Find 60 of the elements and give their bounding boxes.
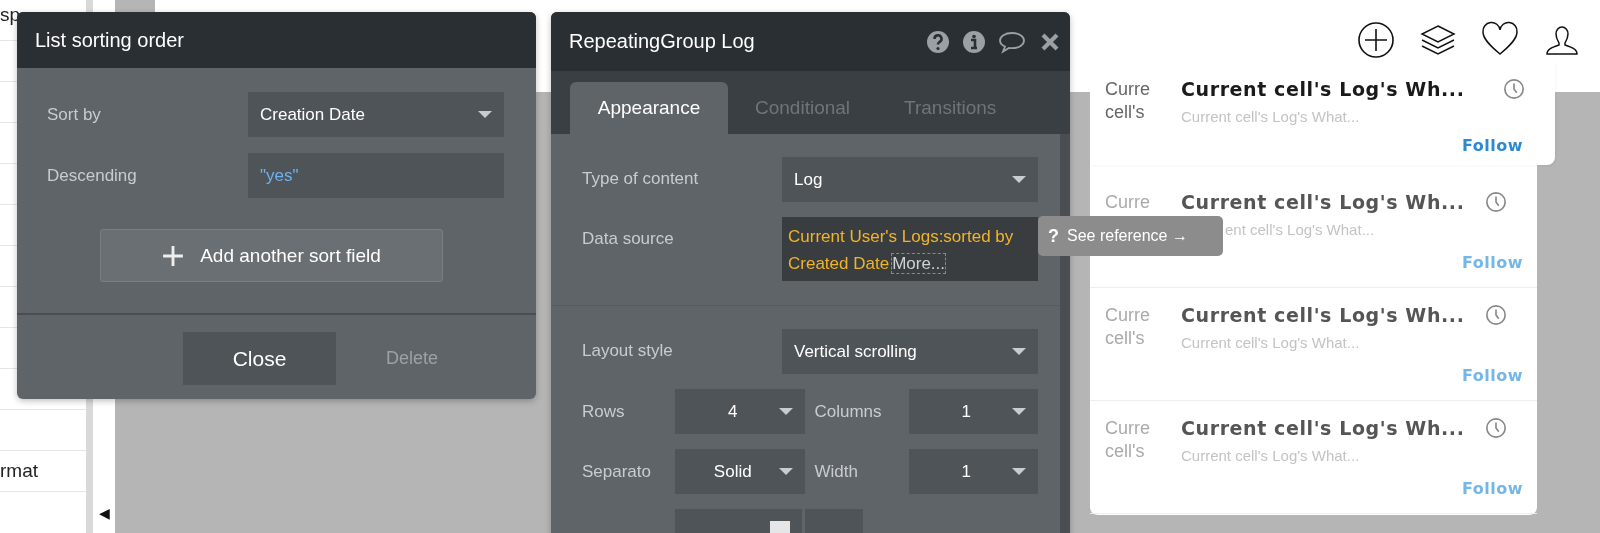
- sidebar-label: rmat: [0, 460, 38, 482]
- field-label: Data source: [582, 229, 675, 249]
- field-label: Type of content: [582, 169, 700, 189]
- image-alt-text: Curre: [1105, 191, 1150, 214]
- dialog-title: List sorting order: [35, 28, 184, 52]
- field-label: Sort by: [47, 104, 102, 125]
- image-alt-text: Curre: [1105, 304, 1150, 327]
- info-icon[interactable]: [962, 29, 986, 54]
- log-title: Current cell's Log's Wh...: [1181, 417, 1466, 439]
- log-subtitle: ent cell's Log's What...: [1225, 221, 1376, 238]
- log-subtitle: Current cell's Log's What...: [1181, 334, 1361, 351]
- field-label: Rows: [582, 401, 626, 422]
- log-title: Current cell's Log's Wh...: [1181, 78, 1466, 100]
- caret-icon: [1012, 408, 1026, 415]
- clock-icon: [1485, 417, 1507, 439]
- question-mark: ?: [1048, 225, 1059, 247]
- tab[interactable]: Appearance: [570, 82, 728, 134]
- collapse-arrow[interactable]: ◀: [98, 505, 110, 521]
- dropdown-field[interactable]: 1: [908, 389, 1038, 434]
- image-alt-text: cell's: [1105, 327, 1145, 350]
- close-button[interactable]: Close: [183, 332, 336, 385]
- caret-icon: [778, 408, 793, 415]
- clock-icon: [1503, 78, 1525, 100]
- clock-icon: [1485, 191, 1507, 213]
- dropdown-field[interactable]: 1: [908, 449, 1038, 494]
- scrollbar[interactable]: [1060, 134, 1070, 533]
- field-label: Layout style: [582, 341, 674, 361]
- field-label: Separato: [582, 461, 652, 482]
- image-alt-text: cell's: [1105, 101, 1145, 124]
- list-row[interactable]: Curre cell's Current cell's Log's Wh... Current cell's Log's What... Follow: [1090, 401, 1537, 514]
- caret-icon: [1012, 176, 1026, 183]
- clock-icon: [1485, 304, 1507, 326]
- dropdown-field[interactable]: 4: [675, 389, 805, 434]
- help-icon[interactable]: [926, 29, 950, 54]
- field-label: Width: [814, 461, 859, 482]
- log-title: Current cell's Log's Wh...: [1181, 191, 1466, 213]
- field-label: Columns: [814, 401, 883, 422]
- log-title: Current cell's Log's Wh...: [1181, 304, 1466, 326]
- comment-icon[interactable]: [998, 29, 1026, 54]
- follow-link[interactable]: Follow: [1462, 135, 1523, 165]
- caret-icon: [1012, 348, 1026, 355]
- dropdown-field[interactable]: Log: [782, 157, 1038, 202]
- dropdown-field[interactable]: Vertical scrolling: [782, 329, 1038, 374]
- field-label: Descending: [47, 165, 138, 186]
- caret-icon: [478, 111, 492, 118]
- data-source-field[interactable]: Current User's Logs:sorted by Created Date More...: [782, 217, 1038, 281]
- add-icon[interactable]: [1356, 20, 1396, 60]
- image-alt-text: Curre: [1105, 78, 1150, 101]
- log-subtitle: Current cell's Log's What...: [1181, 447, 1361, 464]
- image-alt-text: Curre: [1105, 417, 1150, 440]
- list-row[interactable]: Curre cell's Current cell's Log's Wh... Current cell's Log's What... Follow: [1090, 288, 1537, 401]
- dropdown-field[interactable]: Creation Date: [248, 92, 504, 137]
- image-alt-text: cell's: [1105, 440, 1145, 463]
- dropdown-field[interactable]: Solid: [675, 449, 805, 494]
- log-subtitle: Current cell's Log's What...: [1181, 108, 1361, 125]
- caret-icon: [1012, 468, 1026, 475]
- plus-icon: [162, 244, 185, 267]
- caret-icon: [778, 468, 793, 475]
- add-sort-field-button[interactable]: Add another sort field: [100, 229, 443, 282]
- panel-title: RepeatingGroup Log: [569, 30, 755, 53]
